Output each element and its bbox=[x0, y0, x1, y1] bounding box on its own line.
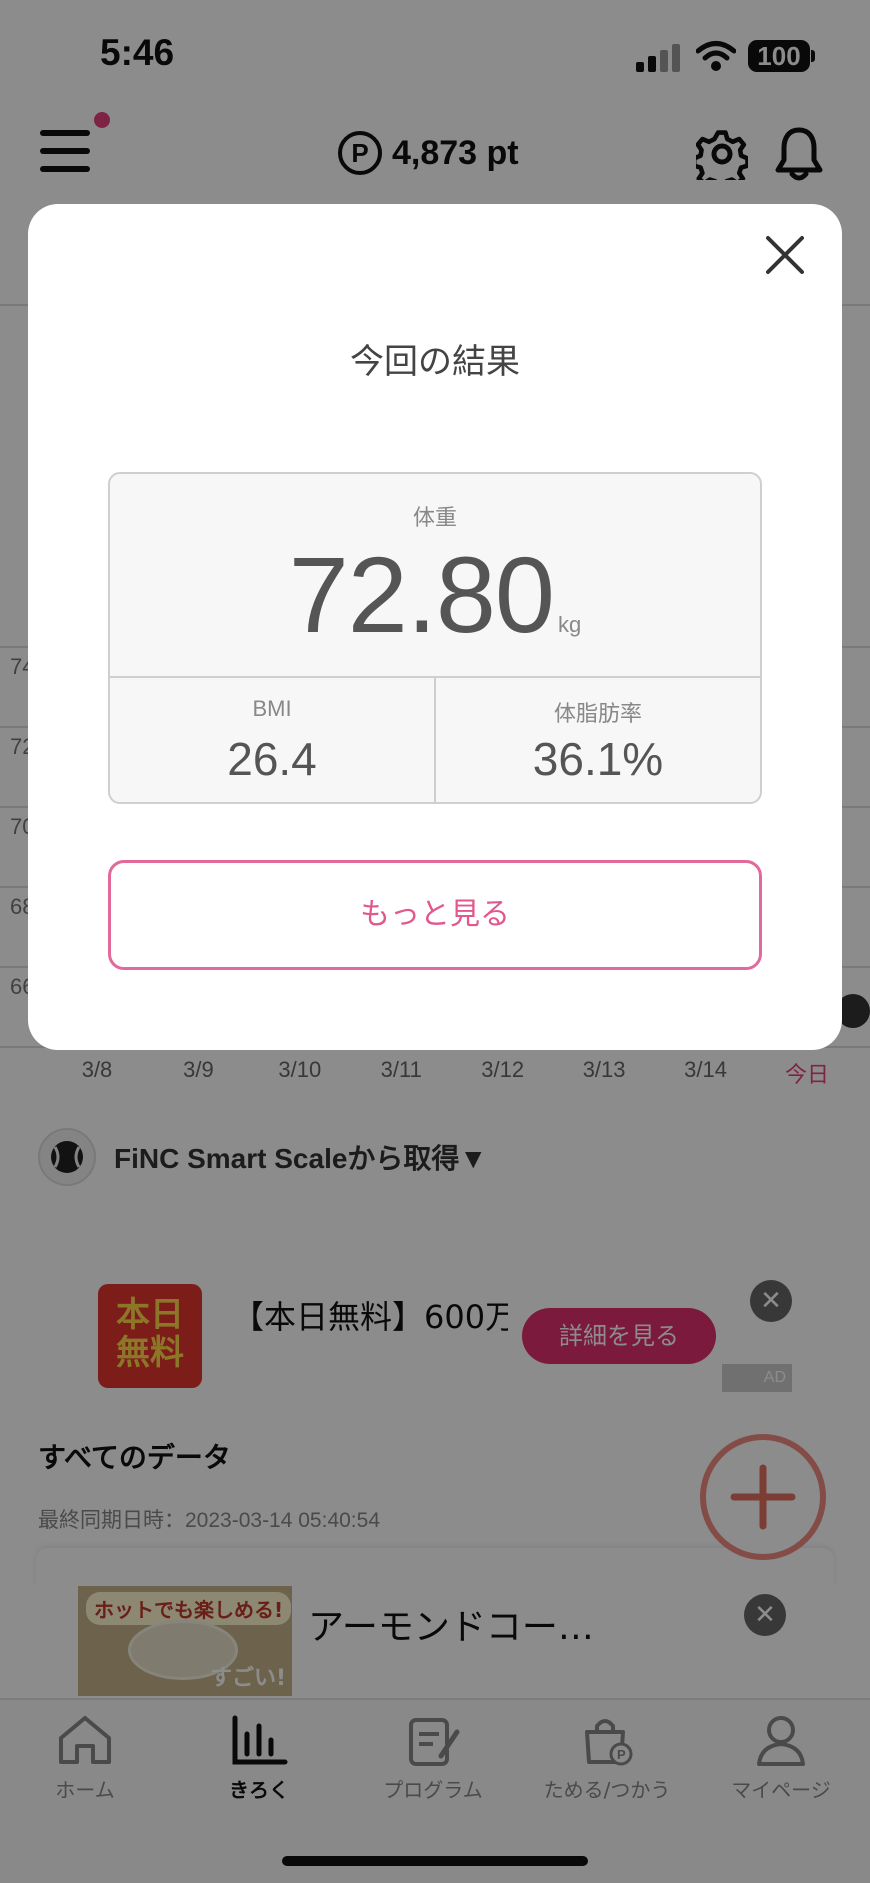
bmi-label: BMI bbox=[252, 696, 292, 721]
weight-unit: kg bbox=[558, 612, 582, 637]
modal-title: 今回の結果 bbox=[350, 342, 520, 382]
bmi-value: 26.4 bbox=[227, 733, 317, 785]
weight-display: 72.80 kg bbox=[108, 532, 762, 657]
body-fat-label: 体脂肪率 bbox=[553, 701, 642, 726]
see-more-button[interactable]: もっと見る bbox=[108, 860, 762, 970]
close-icon[interactable] bbox=[760, 230, 810, 280]
body-fat-value: 36.1% bbox=[532, 733, 664, 785]
weight-label: 体重 bbox=[412, 506, 457, 531]
weight-value: 72.80 bbox=[288, 534, 555, 655]
